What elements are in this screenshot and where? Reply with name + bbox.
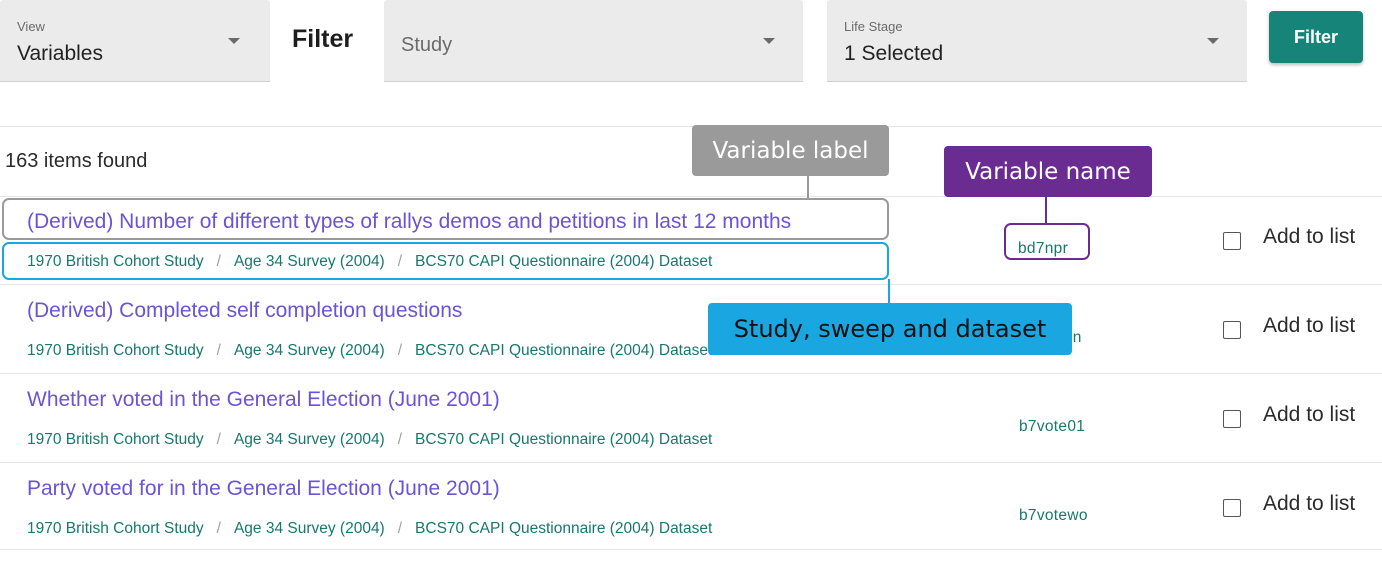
study-select[interactable]: Study xyxy=(384,0,803,82)
variable-name-callout: Variable name xyxy=(944,146,1152,197)
study-link[interactable]: 1970 British Cohort Study xyxy=(27,520,204,537)
add-to-list-checkbox[interactable] xyxy=(1223,499,1241,517)
variable-label-link[interactable]: Whether voted in the General Election (J… xyxy=(27,388,500,412)
study-select-placeholder: Study xyxy=(401,34,453,56)
chevron-down-icon xyxy=(1207,38,1219,44)
dataset-link[interactable]: BCS70 CAPI Questionnaire (2004) Dataset xyxy=(415,520,712,537)
add-to-list-label[interactable]: Add to list xyxy=(1263,314,1355,338)
result-row: Whether voted in the General Election (J… xyxy=(0,388,1382,477)
chevron-down-icon xyxy=(763,38,775,44)
add-to-list-label[interactable]: Add to list xyxy=(1263,225,1355,249)
breadcrumb-separator: / xyxy=(216,431,221,448)
divider xyxy=(0,126,1382,127)
add-to-list-label[interactable]: Add to list xyxy=(1263,492,1355,516)
breadcrumb-separator: / xyxy=(397,520,403,537)
life-stage-select-value: 1 Selected xyxy=(844,42,944,65)
life-stage-select[interactable]: Life Stage 1 Selected xyxy=(827,0,1247,82)
view-select-value: Variables xyxy=(17,42,103,65)
breadcrumb: 1970 British Cohort Study / Age 34 Survey … xyxy=(27,431,712,449)
add-to-list-checkbox[interactable] xyxy=(1223,410,1241,428)
study-link[interactable]: 1970 British Cohort Study xyxy=(27,431,204,448)
callout-connector xyxy=(807,176,809,199)
study-link[interactable]: 1970 British Cohort Study xyxy=(27,342,204,359)
view-select[interactable]: View Variables xyxy=(0,0,270,82)
variable-name: b7votewo xyxy=(1019,507,1088,524)
filter-heading: Filter xyxy=(292,25,354,53)
sweep-link[interactable]: Age 34 Survey (2004) xyxy=(234,431,385,448)
chevron-down-icon xyxy=(228,38,240,44)
sweep-link[interactable]: Age 34 Survey (2004) xyxy=(234,342,385,359)
study-sweep-dataset-highlight xyxy=(2,242,889,280)
add-to-list-checkbox[interactable] xyxy=(1223,321,1241,339)
result-row: Party voted for in the General Election … xyxy=(0,477,1382,566)
results-count: 163 items found xyxy=(5,150,148,172)
variable-label-link[interactable]: (Derived) Completed self completion ques… xyxy=(27,299,462,323)
sweep-link[interactable]: Age 34 Survey (2004) xyxy=(234,520,385,537)
add-to-list-checkbox[interactable] xyxy=(1223,232,1241,250)
breadcrumb-separator: / xyxy=(216,520,221,537)
variable-name: b7vote01 xyxy=(1019,418,1086,435)
breadcrumb: 1970 British Cohort Study / Age 34 Survey … xyxy=(27,520,712,538)
breadcrumb-separator: / xyxy=(397,342,403,359)
life-stage-select-label: Life Stage xyxy=(844,19,903,34)
breadcrumb: 1970 British Cohort Study / Age 34 Survey … xyxy=(27,342,712,360)
dataset-link[interactable]: BCS70 CAPI Questionnaire (2004) Dataset xyxy=(415,342,712,359)
variable-label-link[interactable]: Party voted for in the General Election … xyxy=(27,477,500,501)
callout-connector xyxy=(1045,195,1047,224)
dataset-link[interactable]: BCS70 CAPI Questionnaire (2004) Dataset xyxy=(415,431,712,448)
divider xyxy=(0,196,1382,197)
breadcrumb-separator: / xyxy=(397,431,403,448)
callout-connector xyxy=(888,279,890,305)
view-select-label: View xyxy=(17,19,45,34)
result-row: (Derived) Completed self completion ques… xyxy=(0,299,1382,388)
variable-name-highlight xyxy=(1004,223,1090,260)
study-sweep-dataset-callout: Study, sweep and dataset xyxy=(708,303,1072,355)
add-to-list-label[interactable]: Add to list xyxy=(1263,403,1355,427)
variable-label-highlight xyxy=(2,198,889,240)
filter-button[interactable]: Filter xyxy=(1269,11,1363,63)
variable-label-callout: Variable label xyxy=(692,125,889,176)
breadcrumb-separator: / xyxy=(216,342,221,359)
